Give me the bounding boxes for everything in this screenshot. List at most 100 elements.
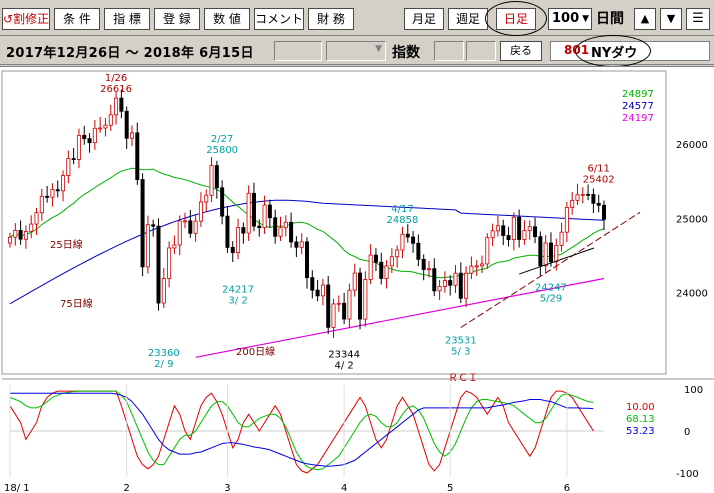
candle: [368, 244, 373, 285]
candle-up: [480, 263, 485, 267]
rci-title: ＲＣＩ: [448, 373, 478, 384]
info-field-2: [434, 41, 464, 61]
weekly-button[interactable]: 週足: [448, 8, 488, 30]
scroll-up-button[interactable]: ▲: [634, 8, 656, 30]
y-tick-label: 25000: [676, 214, 708, 225]
split-adjust-button[interactable]: ↺割修正: [2, 8, 50, 30]
candle: [225, 205, 230, 253]
candle-up: [474, 265, 479, 268]
indicators-button[interactable]: 指 標: [104, 8, 150, 30]
candle: [124, 106, 129, 150]
ticker-field[interactable]: 801 NYダウ: [550, 41, 710, 61]
candle: [315, 280, 320, 302]
candle: [98, 116, 103, 133]
candle: [538, 231, 543, 277]
candle: [13, 223, 18, 246]
trough-value-label: 23360: [148, 348, 180, 359]
candle-down: [448, 280, 453, 286]
trough-date-label: 5/29: [540, 293, 562, 304]
candle: [373, 248, 378, 272]
chart-panel[interactable]: 24000 25000 26000 24897 24577 24197 25日線 75日線 20…: [0, 66, 714, 493]
candle: [108, 104, 113, 131]
candle-down: [379, 261, 384, 279]
candle-down: [289, 221, 294, 243]
candle-up: [384, 265, 389, 279]
candle-down: [432, 268, 437, 292]
candle: [50, 183, 55, 207]
candle-up: [34, 212, 39, 225]
candle: [490, 223, 495, 247]
chart-svg[interactable]: 24000250002600024897245772419725日線75日線20…: [0, 67, 714, 493]
financials-button[interactable]: 財 務: [308, 8, 354, 30]
candle: [145, 215, 150, 274]
candle-up: [13, 230, 18, 238]
candle-down: [533, 226, 538, 238]
candle-down: [517, 216, 522, 240]
candle-up: [559, 231, 564, 246]
x-tick-label: 5: [447, 483, 453, 493]
scroll-down-button[interactable]: ▼: [660, 8, 682, 30]
candle-down: [506, 235, 511, 241]
trough-value-label: 23531: [445, 336, 477, 347]
candle-up: [495, 225, 500, 232]
candle-down: [315, 289, 320, 297]
ma-current-value: 24897: [622, 89, 654, 100]
x-tick-label: 3: [224, 483, 230, 493]
candle-down: [267, 204, 272, 219]
candle: [480, 255, 485, 274]
candle: [177, 215, 182, 256]
candle-down: [586, 193, 591, 196]
comment-button[interactable]: コメント: [254, 8, 304, 30]
trough-date-label: 4/ 2: [334, 360, 353, 371]
peak-date-label: 4/17: [391, 204, 413, 215]
candle: [400, 226, 405, 259]
candle-up: [76, 134, 81, 160]
candle-up: [172, 244, 177, 249]
ma25-label: 25日線: [50, 238, 83, 251]
candle: [66, 150, 71, 184]
y-tick-label: 24000: [676, 289, 708, 300]
monthly-button[interactable]: 月足: [404, 8, 444, 30]
candle-up: [320, 284, 325, 297]
candle-up: [161, 278, 166, 304]
candle: [214, 160, 219, 199]
candle: [320, 278, 325, 306]
candle: [220, 180, 225, 225]
values-button[interactable]: 数 値: [204, 8, 250, 30]
menu-button[interactable]: ☰: [686, 8, 710, 30]
candle: [273, 209, 278, 244]
register-button[interactable]: 登 録: [154, 8, 200, 30]
candle: [347, 283, 352, 329]
period-select[interactable]: 100 ▼: [548, 8, 592, 30]
candle-down: [326, 284, 331, 328]
candle-up: [554, 245, 559, 263]
candle-down: [358, 272, 363, 320]
candle-up: [389, 256, 394, 267]
candle: [198, 192, 203, 227]
rci-y-tick-label: 100: [684, 385, 703, 396]
candle-down: [342, 302, 347, 320]
rci-series-value: 53.23: [626, 426, 655, 437]
index-dropdown[interactable]: ▼: [326, 41, 386, 61]
conditions-button[interactable]: 条 件: [54, 8, 100, 30]
candle-up: [543, 242, 548, 267]
candle: [310, 270, 315, 299]
candle-down: [71, 158, 76, 160]
candle-up: [527, 226, 532, 232]
candle-up: [575, 194, 580, 201]
candle: [570, 192, 575, 215]
candle: [151, 219, 156, 237]
candle-up: [103, 124, 108, 129]
candle: [511, 212, 516, 251]
candle: [18, 220, 23, 245]
candle: [464, 266, 469, 308]
daily-button[interactable]: 日足: [496, 8, 536, 30]
candle-up: [464, 272, 469, 299]
candle: [183, 212, 188, 229]
candle-up: [490, 230, 495, 239]
back-button[interactable]: 戻る: [500, 41, 542, 61]
candle: [29, 215, 34, 239]
candle: [506, 226, 511, 247]
candle: [469, 256, 474, 280]
candle: [485, 233, 490, 269]
